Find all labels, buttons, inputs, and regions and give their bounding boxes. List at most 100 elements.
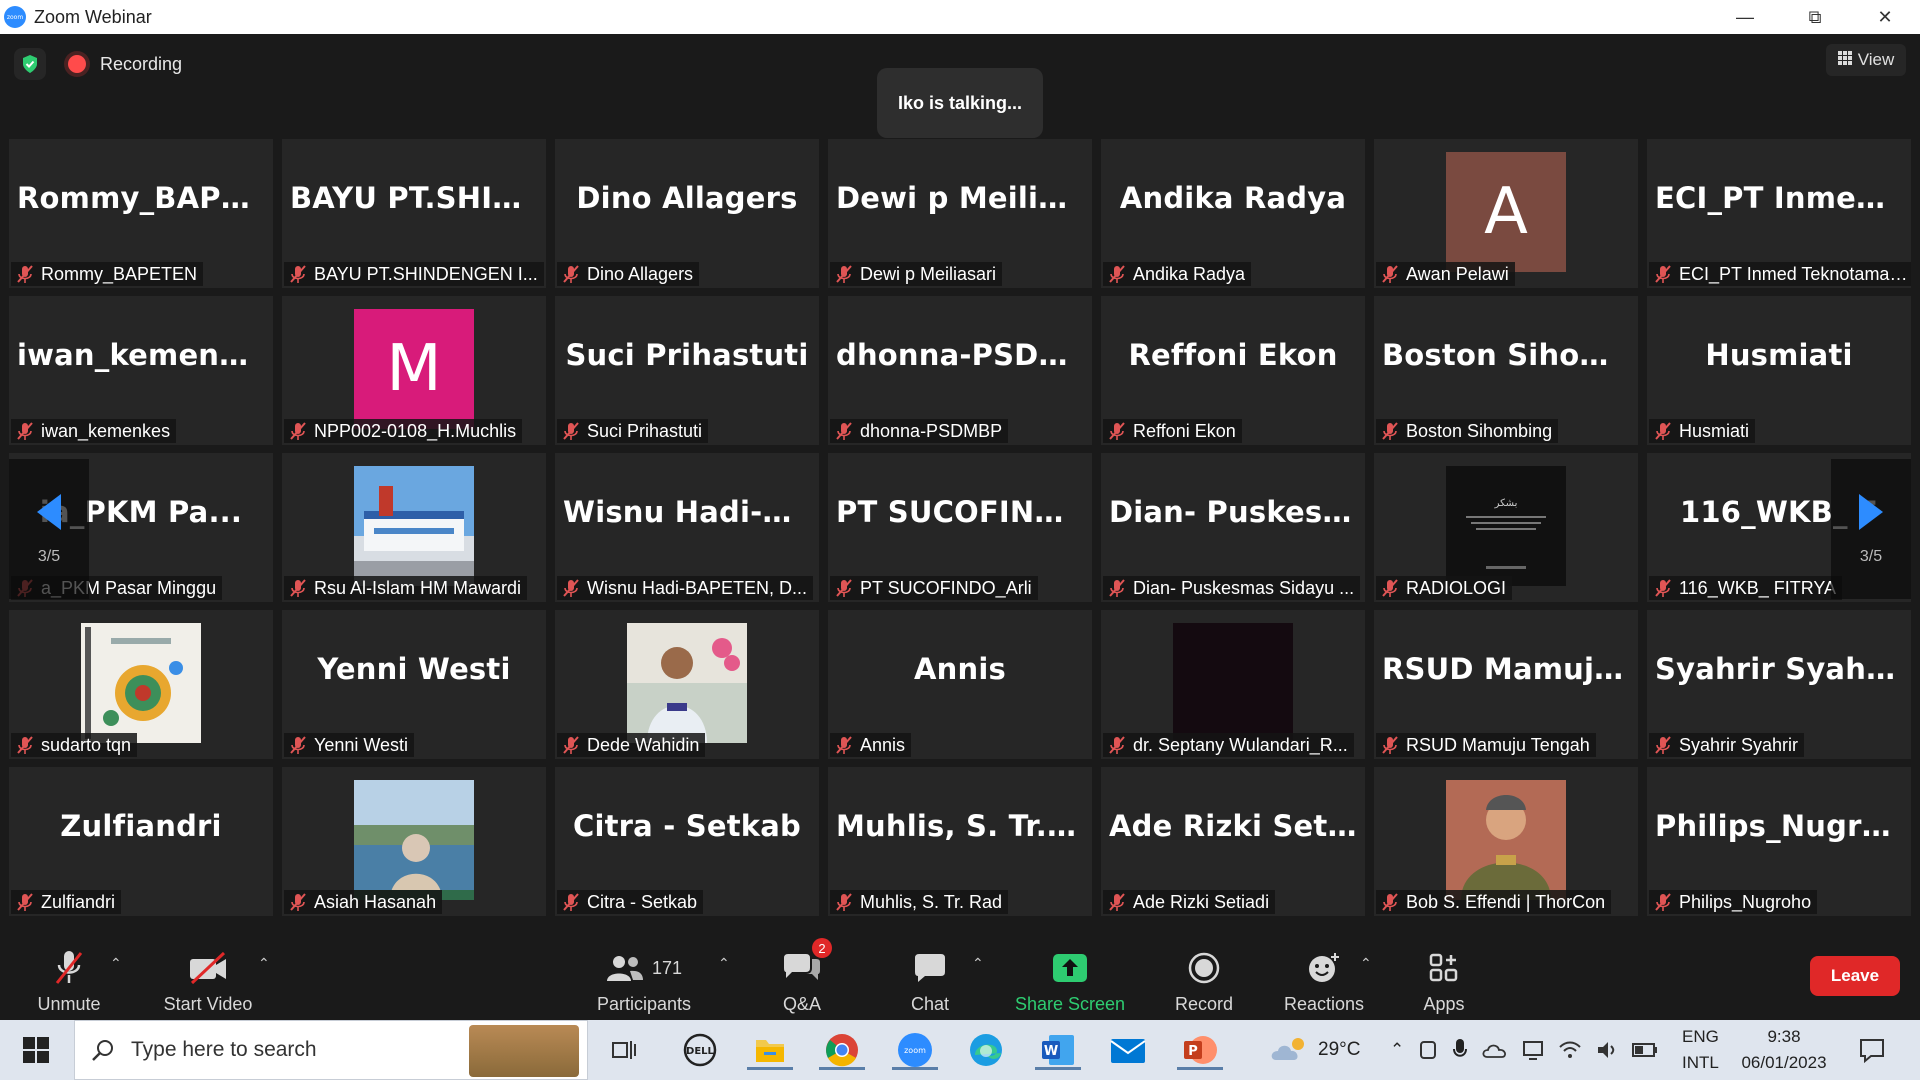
- chrome-icon[interactable]: [819, 1030, 865, 1070]
- mail-icon[interactable]: [1108, 1030, 1148, 1070]
- muted-mic-icon: [1653, 264, 1673, 284]
- participant-tile[interactable]: Annis Annis: [828, 610, 1092, 759]
- meet-now-icon[interactable]: [1418, 1039, 1438, 1061]
- participant-photo: [627, 623, 747, 743]
- participant-name-label: dhonna-PSDMBP: [830, 419, 1009, 443]
- participant-tile[interactable]: Dian- Puskesma... Dian- Puskesmas Sidayu …: [1101, 453, 1365, 602]
- word-icon[interactable]: W: [1035, 1030, 1081, 1070]
- weather-cloud-icon[interactable]: [1270, 1036, 1310, 1064]
- participants-button[interactable]: 171 Participants: [592, 920, 696, 1020]
- participant-tile[interactable]: Reffoni Ekon Reffoni Ekon: [1101, 296, 1365, 445]
- audio-options-caret-icon[interactable]: ⌃: [110, 955, 122, 972]
- participant-tile[interactable]: dhonna-PSDMBP dhonna-PSDMBP: [828, 296, 1092, 445]
- muted-mic-icon: [52, 946, 86, 990]
- recording-dot-icon: [68, 55, 86, 73]
- prev-page-button[interactable]: 3/5: [9, 459, 89, 599]
- language-indicator[interactable]: ENG INTL: [1682, 1020, 1719, 1080]
- participant-tile[interactable]: M NPP002-0108_H.Muchlis: [282, 296, 546, 445]
- speaker-volume-icon[interactable]: [1596, 1040, 1618, 1060]
- participant-tile[interactable]: Zulfiandri Zulfiandri: [9, 767, 273, 916]
- taskbar-search-box[interactable]: Type here to search: [74, 1020, 588, 1080]
- unmute-label: Unmute: [37, 994, 101, 1014]
- minimize-icon[interactable]: —: [1710, 0, 1780, 34]
- participant-tile[interactable]: Dewi p Meiliasari Dewi p Meiliasari: [828, 139, 1092, 288]
- weather-temp[interactable]: 29°C: [1318, 1039, 1360, 1061]
- share-screen-button[interactable]: Share Screen: [1012, 920, 1128, 1020]
- security-shield-icon[interactable]: [14, 48, 46, 80]
- participant-tile[interactable]: BAYU PT.SHIND... BAYU PT.SHINDENGEN I...: [282, 139, 546, 288]
- clock[interactable]: 9:38 06/01/2023: [1734, 1020, 1834, 1080]
- participant-tile[interactable]: Philips_Nugroho Philips_Nugroho: [1647, 767, 1911, 916]
- participant-tile[interactable]: Rommy_BAPET... Rommy_BAPETEN: [9, 139, 273, 288]
- muted-mic-icon: [834, 421, 854, 441]
- participant-tile[interactable]: Husmiati Husmiati: [1647, 296, 1911, 445]
- next-page-button[interactable]: 3/5: [1831, 459, 1911, 599]
- participant-tile[interactable]: Wisnu Hadi-BA... Wisnu Hadi-BAPETEN, D...: [555, 453, 819, 602]
- participant-tile[interactable]: ECI_PT Inmed T... ECI_PT Inmed Teknotama …: [1647, 139, 1911, 288]
- search-placeholder: Type here to search: [131, 1038, 317, 1061]
- participant-tile[interactable]: بشكر RADIOLOGI: [1374, 453, 1638, 602]
- participant-tile[interactable]: Ade Rizki Setiadi Ade Rizki Setiadi: [1101, 767, 1365, 916]
- microphone-tray-icon[interactable]: [1452, 1038, 1468, 1062]
- participants-caret-icon[interactable]: ⌃: [718, 955, 730, 972]
- participant-tile[interactable]: Rsu Al-Islam HM Mawardi: [282, 453, 546, 602]
- participant-tile[interactable]: RSUD Mamuju... RSUD Mamuju Tengah: [1374, 610, 1638, 759]
- participant-tile[interactable]: Suci Prihastuti Suci Prihastuti: [555, 296, 819, 445]
- participant-avatar: M: [354, 309, 474, 429]
- task-view-icon[interactable]: [604, 1030, 644, 1070]
- close-icon[interactable]: ✕: [1850, 0, 1920, 34]
- start-video-button[interactable]: Start Video: [156, 920, 260, 1020]
- recording-indicator[interactable]: Recording: [64, 54, 182, 75]
- leave-button[interactable]: Leave: [1810, 956, 1900, 996]
- participant-tile[interactable]: iwan_kemenkes iwan_kemenkes: [9, 296, 273, 445]
- video-options-caret-icon[interactable]: ⌃: [258, 955, 270, 972]
- view-button[interactable]: View: [1826, 44, 1906, 76]
- zoom-taskbar-icon[interactable]: zoom: [892, 1030, 938, 1070]
- participant-name-label: Dino Allagers: [557, 262, 700, 286]
- dell-icon[interactable]: DELL: [680, 1030, 720, 1070]
- chat-caret-icon[interactable]: ⌃: [972, 955, 984, 972]
- participant-tile[interactable]: Asiah Hasanah: [282, 767, 546, 916]
- reactions-caret-icon[interactable]: ⌃: [1360, 955, 1372, 972]
- display-tray-icon[interactable]: [1522, 1039, 1544, 1061]
- participant-tile[interactable]: Dede Wahidin: [555, 610, 819, 759]
- participant-tile[interactable]: A Awan Pelawi: [1374, 139, 1638, 288]
- reactions-label: Reactions: [1283, 994, 1365, 1014]
- reactions-button[interactable]: Reactions: [1282, 920, 1366, 1020]
- participant-photo: [81, 623, 201, 743]
- participant-name: ECI_PT Inmed Teknotama ...: [1679, 263, 1909, 284]
- participant-tile[interactable]: PT SUCOFINDO... PT SUCOFINDO_Arli: [828, 453, 1092, 602]
- muted-mic-icon: [834, 735, 854, 755]
- participant-name-label: RSUD Mamuju Tengah: [1376, 733, 1596, 757]
- chat-button[interactable]: Chat: [900, 920, 960, 1020]
- participant-name: Suci Prihastuti: [587, 420, 703, 441]
- windows-start-icon[interactable]: [16, 1030, 56, 1070]
- apps-button[interactable]: Apps: [1418, 920, 1470, 1020]
- record-button[interactable]: Record: [1168, 920, 1240, 1020]
- powerpoint-icon[interactable]: P: [1177, 1030, 1223, 1070]
- file-explorer-icon[interactable]: [747, 1030, 793, 1070]
- participant-tile[interactable]: Boston Sihombi... Boston Sihombing: [1374, 296, 1638, 445]
- participant-tile[interactable]: Muhlis, S. Tr. Rad Muhlis, S. Tr. Rad: [828, 767, 1092, 916]
- participant-tile[interactable]: sudarto tqn: [9, 610, 273, 759]
- edge-icon[interactable]: [966, 1030, 1006, 1070]
- participant-display-name: BAYU PT.SHIND...: [290, 181, 546, 215]
- tray-overflow-chevron-icon[interactable]: ⌃: [1390, 1040, 1404, 1060]
- wifi-icon[interactable]: [1558, 1040, 1582, 1060]
- participant-tile[interactable]: dr. Septany Wulandari_R...: [1101, 610, 1365, 759]
- participant-tile[interactable]: Bob S. Effendi | ThorCon: [1374, 767, 1638, 916]
- notifications-icon[interactable]: [1852, 1030, 1892, 1070]
- participant-tile[interactable]: Andika Radya Andika Radya: [1101, 139, 1365, 288]
- qa-badge: 2: [812, 938, 832, 958]
- unmute-button[interactable]: Unmute: [28, 920, 110, 1020]
- onedrive-cloud-icon[interactable]: [1482, 1041, 1508, 1059]
- participant-name-label: Rommy_BAPETEN: [11, 262, 204, 286]
- qa-button[interactable]: 2 Q&A: [770, 920, 834, 1020]
- battery-icon[interactable]: [1632, 1042, 1658, 1058]
- participant-tile[interactable]: Syahrir Syahrir Syahrir Syahrir: [1647, 610, 1911, 759]
- participant-tile[interactable]: Dino Allagers Dino Allagers: [555, 139, 819, 288]
- participant-tile[interactable]: Citra - Setkab Citra - Setkab: [555, 767, 819, 916]
- muted-mic-icon: [1653, 421, 1673, 441]
- restore-icon[interactable]: ⧉: [1780, 0, 1850, 34]
- participant-tile[interactable]: Yenni Westi Yenni Westi: [282, 610, 546, 759]
